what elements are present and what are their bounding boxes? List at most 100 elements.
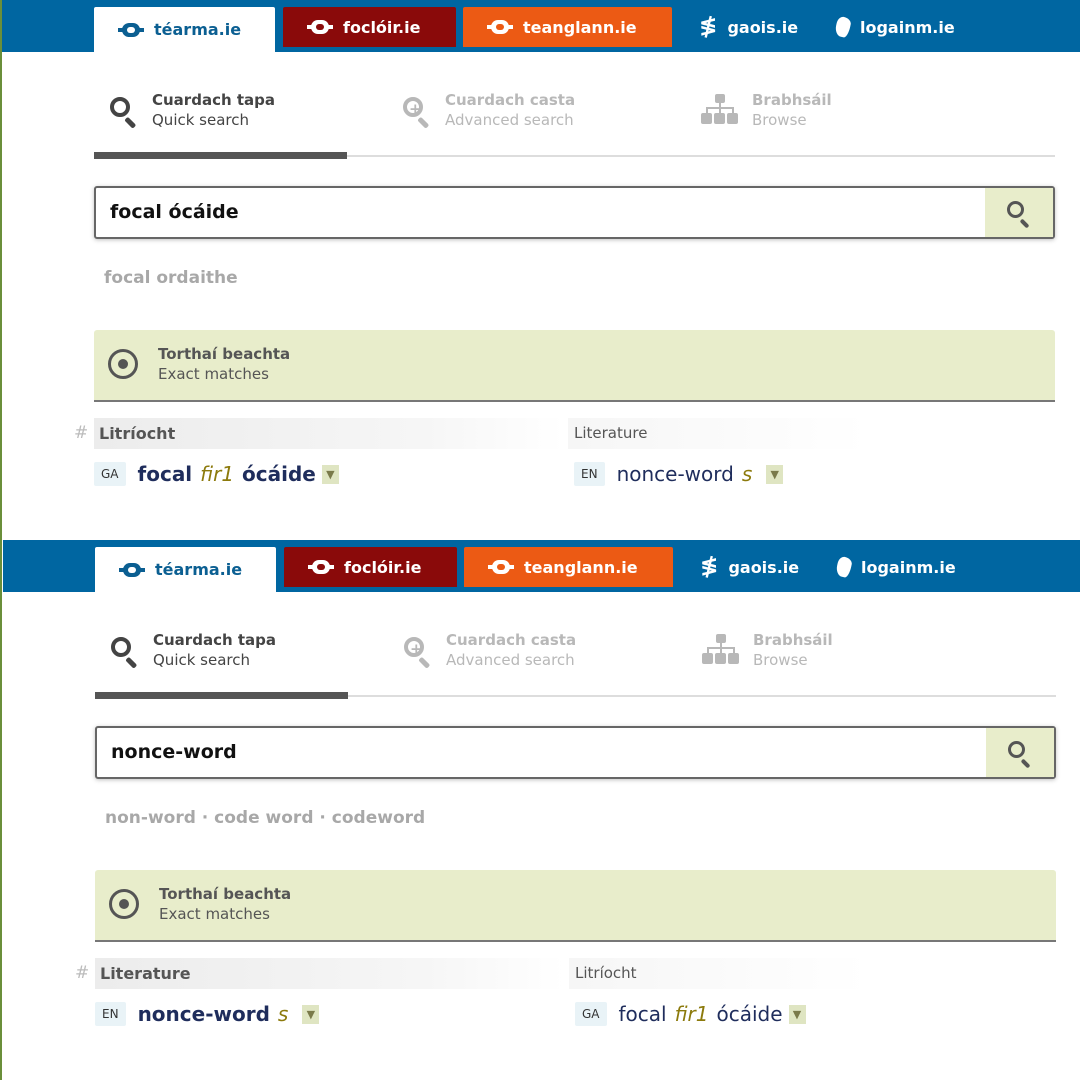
hierarchy-icon [700, 94, 740, 126]
expand-dropdown-icon[interactable]: ▼ [302, 1004, 320, 1024]
target-term: EN nonce-word s ▼ [574, 462, 784, 486]
site-tab-tearma[interactable]: téarma.ie [94, 7, 275, 52]
advanced-search-label-en: Advanced search [446, 651, 575, 669]
advanced-search-label-ga: Cuardach casta [445, 91, 576, 109]
part-of-speech: fir1 [200, 462, 235, 486]
source-term: GA focal fir1 ócáide ▼ [94, 462, 339, 486]
site-tab-focloir[interactable]: foclóir.ie [283, 7, 456, 47]
target-term: GA focal fir1 ócáide ▼ [575, 1002, 806, 1026]
tab-advanced-search[interactable]: + Cuardach casta Advanced search [400, 630, 576, 670]
domain-label[interactable]: Litríocht [94, 418, 564, 449]
active-mode-indicator [95, 692, 348, 699]
search-input[interactable]: nonce-word [95, 726, 1056, 779]
quick-search-label-ga: Cuardach tapa [152, 91, 276, 109]
permalink-hash[interactable]: # [74, 423, 88, 443]
search-icon [1005, 199, 1033, 228]
quick-search-label-en: Quick search [153, 651, 251, 669]
term-head[interactable]: focal [619, 1002, 667, 1026]
domain-label-translation: Litríocht [569, 958, 869, 989]
suggestions[interactable]: non-word · code word · codeword [105, 808, 425, 828]
expand-dropdown-icon[interactable]: ▼ [788, 1004, 806, 1024]
site-tab-gaois[interactable]: ≸ gaois.ie [695, 7, 815, 47]
site-tab-tearma[interactable]: téarma.ie [95, 547, 276, 592]
ireland-map-icon [834, 15, 852, 39]
tab-quick-search[interactable]: Cuardach tapa Quick search [106, 90, 275, 130]
site-bar: téarma.ie foclóir.ie teanglann.ie ≸ gaoi… [2, 0, 1080, 52]
part-of-speech: s [741, 462, 753, 486]
zoom-in-icon: + [400, 633, 434, 669]
site-tab-label: teanglann.ie [523, 17, 637, 37]
site-tab-label: teanglann.ie [524, 557, 638, 577]
search-button[interactable] [985, 188, 1053, 237]
language-badge: GA [94, 462, 126, 486]
browse-label-en: Browse [752, 111, 807, 129]
part-of-speech: s [277, 1002, 289, 1026]
zoom-in-icon: + [399, 93, 433, 129]
link-icon [487, 20, 513, 34]
site-tab-teanglann[interactable]: teanglann.ie [463, 7, 672, 47]
tab-browse[interactable]: Brabhsáil Browse [700, 90, 832, 130]
site-tab-label: logainm.ie [860, 17, 955, 37]
suggestions[interactable]: focal ordaithe [104, 268, 238, 288]
language-badge: EN [95, 1002, 126, 1026]
quick-search-label-en: Quick search [152, 111, 250, 129]
gaois-icon: ≸ [699, 14, 718, 39]
term-head[interactable]: nonce-word [617, 462, 734, 486]
search-icon [107, 633, 141, 669]
search-query[interactable]: focal ócáide [110, 201, 239, 223]
domain-label-translation: Literature [568, 418, 868, 449]
term-tail[interactable]: ócáide [242, 462, 316, 486]
source-term: EN nonce-word s ▼ [95, 1002, 320, 1026]
search-query[interactable]: nonce-word [111, 741, 237, 763]
exact-matches-label-en: Exact matches [159, 905, 270, 923]
link-icon [308, 560, 334, 574]
screenshot-panel: téarma.ie foclóir.ie teanglann.ie ≸ gaoi… [0, 540, 1080, 1080]
site-tab-focloir[interactable]: foclóir.ie [284, 547, 457, 587]
expand-dropdown-icon[interactable]: ▼ [766, 464, 784, 484]
site-tab-label: gaois.ie [727, 17, 799, 37]
tab-advanced-search[interactable]: + Cuardach casta Advanced search [399, 90, 575, 130]
search-button[interactable] [986, 728, 1054, 777]
site-tab-label: téarma.ie [154, 20, 242, 39]
search-icon [106, 93, 140, 129]
link-icon [118, 22, 144, 37]
exact-matches-header: Torthaí beachta Exact matches [94, 330, 1055, 402]
browse-label-ga: Brabhsáil [753, 631, 833, 649]
term-head[interactable]: nonce-word [138, 1002, 270, 1026]
site-tab-label: téarma.ie [155, 560, 243, 579]
target-icon [109, 889, 139, 919]
link-icon [488, 560, 514, 574]
exact-matches-header: Torthaí beachta Exact matches [95, 870, 1056, 942]
site-bar: téarma.ie foclóir.ie teanglann.ie ≸ gaoi… [3, 540, 1080, 592]
domain-label[interactable]: Literature [95, 958, 565, 989]
site-tab-gaois[interactable]: ≸ gaois.ie [696, 547, 816, 587]
permalink-hash[interactable]: # [75, 963, 89, 983]
tab-quick-search[interactable]: Cuardach tapa Quick search [107, 630, 276, 670]
site-tab-label: foclóir.ie [343, 17, 421, 37]
search-input[interactable]: focal ócáide [94, 186, 1055, 239]
advanced-search-label-ga: Cuardach casta [446, 631, 577, 649]
target-icon [108, 349, 138, 379]
search-icon [1006, 739, 1034, 768]
expand-dropdown-icon[interactable]: ▼ [321, 464, 339, 484]
ireland-map-icon [835, 555, 853, 579]
language-badge: EN [574, 462, 605, 486]
language-badge: GA [575, 1002, 607, 1026]
term-tail[interactable]: ócáide [716, 1002, 782, 1026]
site-tab-logainm[interactable]: logainm.ie [832, 7, 982, 47]
tab-browse[interactable]: Brabhsáil Browse [701, 630, 833, 670]
exact-matches-label-ga: Torthaí beachta [159, 885, 292, 903]
hierarchy-icon [701, 634, 741, 666]
part-of-speech: fir1 [674, 1002, 709, 1026]
gaois-icon: ≸ [700, 554, 719, 579]
advanced-search-label-en: Advanced search [445, 111, 574, 129]
site-tab-logainm[interactable]: logainm.ie [833, 547, 983, 587]
exact-matches-label-ga: Torthaí beachta [158, 345, 291, 363]
term-head[interactable]: focal [138, 462, 193, 486]
site-tab-teanglann[interactable]: teanglann.ie [464, 547, 673, 587]
site-tab-label: foclóir.ie [344, 557, 422, 577]
exact-matches-label-en: Exact matches [158, 365, 269, 383]
site-tab-label: gaois.ie [728, 557, 800, 577]
active-mode-indicator [94, 152, 347, 159]
link-icon [119, 562, 145, 577]
